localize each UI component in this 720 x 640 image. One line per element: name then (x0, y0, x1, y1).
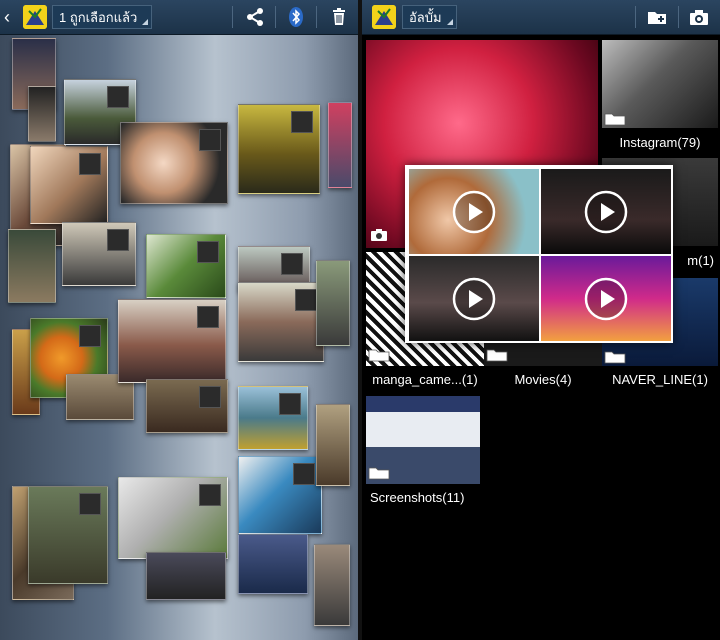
selection-checkbox[interactable] (291, 111, 313, 133)
folder-icon (368, 466, 390, 480)
folder-icon (368, 348, 390, 362)
play-icon (451, 189, 497, 235)
selection-checkbox[interactable] (199, 386, 221, 408)
album-label: manga_came...(1) (372, 372, 478, 387)
back-icon[interactable]: ‹ (4, 8, 18, 26)
folder-icon (604, 350, 626, 364)
delete-icon[interactable] (328, 6, 350, 28)
movie-thumbnail[interactable] (541, 256, 671, 341)
toolbar-divider (232, 6, 233, 28)
toolbar-divider (316, 6, 317, 28)
selection-dropdown[interactable]: 1 ถูกเลือกแล้ว (52, 5, 153, 29)
photo-card[interactable] (316, 404, 350, 486)
photo-card[interactable] (146, 552, 226, 600)
selection-checkbox[interactable] (107, 86, 129, 108)
share-icon[interactable] (244, 6, 266, 28)
photo-card[interactable] (238, 456, 322, 534)
photo-card[interactable] (8, 229, 56, 303)
folder-icon (604, 112, 626, 126)
toolbar-divider (635, 6, 636, 28)
photo-card[interactable] (62, 222, 136, 286)
toolbar-divider (275, 6, 276, 28)
right-toolbar: อัลบั้ม (362, 0, 720, 35)
new-folder-icon[interactable] (646, 6, 668, 28)
selection-checkbox[interactable] (79, 153, 101, 175)
play-icon (451, 276, 497, 322)
left-toolbar: ‹ 1 ถูกเลือกแล้ว (0, 0, 358, 35)
photo-card[interactable] (238, 534, 308, 594)
camera-icon (370, 228, 388, 242)
movie-thumbnail[interactable] (541, 169, 671, 254)
toolbar-divider (678, 6, 679, 28)
album-label: Screenshots(11) (370, 490, 465, 505)
selection-checkbox[interactable] (107, 229, 129, 251)
photo-spiral[interactable] (0, 34, 358, 640)
movie-thumbnail[interactable] (409, 256, 539, 341)
album-label: NAVER_LINE(1) (612, 372, 708, 387)
movie-thumbnail[interactable] (409, 169, 539, 254)
selection-checkbox[interactable] (293, 463, 315, 485)
gallery-icon (372, 5, 396, 29)
selection-checkbox[interactable] (197, 306, 219, 328)
bluetooth-icon[interactable] (285, 6, 307, 28)
play-icon (583, 189, 629, 235)
album-label: Movies(4) (514, 372, 572, 387)
play-icon (583, 276, 629, 322)
album-screenshots[interactable]: Screenshots(11) (366, 396, 484, 508)
photo-card[interactable] (120, 122, 228, 204)
album-label: Instagram(79) (619, 135, 701, 150)
photo-card[interactable] (238, 104, 320, 194)
photo-card[interactable] (238, 386, 308, 450)
camera-icon[interactable] (688, 6, 710, 28)
photo-card[interactable] (328, 102, 352, 188)
album-instagram[interactable]: Instagram(79) (602, 40, 718, 152)
spiral-gallery-pane: ‹ 1 ถูกเลือกแล้ว (0, 0, 358, 640)
photo-card[interactable] (118, 477, 228, 559)
selection-checkbox[interactable] (281, 253, 303, 275)
photo-card[interactable] (118, 299, 226, 383)
photo-card[interactable] (146, 379, 228, 433)
photo-card[interactable] (28, 486, 108, 584)
photo-card[interactable] (238, 282, 324, 362)
photo-card[interactable] (28, 86, 56, 142)
selection-checkbox[interactable] (295, 289, 317, 311)
selection-checkbox[interactable] (79, 325, 101, 347)
movies-preview-popup[interactable] (405, 165, 673, 343)
selection-checkbox[interactable] (199, 484, 221, 506)
photo-card[interactable] (146, 234, 226, 298)
folder-icon (486, 348, 508, 362)
selection-checkbox[interactable] (197, 241, 219, 263)
view-dropdown[interactable]: อัลบั้ม (402, 5, 457, 29)
selection-checkbox[interactable] (199, 129, 221, 151)
photo-card[interactable] (316, 260, 350, 346)
photo-card[interactable] (314, 544, 350, 626)
gallery-icon (23, 5, 47, 29)
selection-checkbox[interactable] (79, 493, 101, 515)
photo-card[interactable] (30, 146, 108, 224)
selection-checkbox[interactable] (279, 393, 301, 415)
